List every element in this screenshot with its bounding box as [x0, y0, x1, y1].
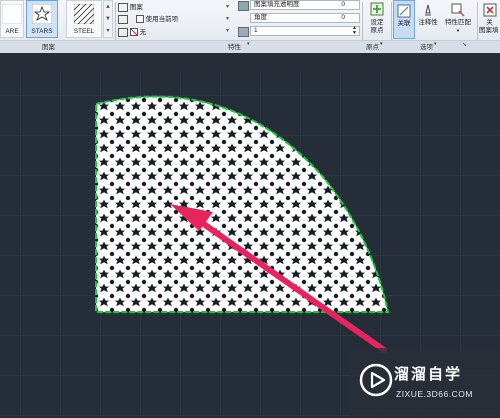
color-swatch-icon [135, 15, 144, 24]
annotative-button[interactable]: 注释性 [416, 0, 440, 39]
hatch-type-value: 图案 [129, 4, 143, 11]
hatch-type-icon [118, 2, 128, 12]
annotative-label: 注释性 [418, 19, 438, 26]
transparency-field[interactable]: 图案填充透明度 0 [250, 0, 360, 10]
spinner-icon: ▲ ▼ [352, 25, 357, 36]
scale-field[interactable]: 1 ▲ ▼ [250, 26, 360, 36]
associative-icon [397, 4, 411, 18]
pattern-scroll-arrows[interactable]: ▲ ▼ ▾ [103, 0, 113, 38]
transparency-value: 0 [341, 1, 345, 8]
no-color-icon [129, 28, 138, 37]
watermark-url: ZIXUE.3D66.COM [396, 389, 473, 399]
drawing-tab-strip [0, 53, 500, 71]
transparency-icon [238, 1, 249, 11]
background-color-icon [118, 27, 128, 37]
transparency-label: 图案填充透明度 [254, 1, 300, 8]
angle-value: 0 [341, 14, 345, 21]
chevron-down-icon: ▾ [456, 28, 460, 34]
angle-label: 角度 [254, 14, 267, 21]
origin-group-label: 原点 [366, 44, 379, 51]
pattern-preview-icon [2, 4, 22, 24]
chevron-down-icon[interactable]: ▾ [380, 41, 383, 47]
close-label-2: 图案填 [479, 27, 499, 34]
hatch-type-dropdown[interactable]: 图案 [118, 1, 143, 12]
scale-value: 1 [254, 27, 258, 34]
close-hatch-editor-button[interactable]: 关 图案填 [479, 0, 500, 39]
options-group-label: 选项 [420, 44, 433, 51]
chevron-down-icon[interactable]: ▾ [247, 41, 250, 47]
close-label-1: 关 [486, 19, 493, 26]
pattern-label: STARS [31, 28, 53, 35]
pattern-label: ARE [5, 28, 19, 35]
background-color-value: 无 [139, 29, 147, 36]
match-properties-button[interactable]: 特性匹配 ▾ [441, 0, 475, 39]
set-origin-button[interactable]: 设定 原点 [364, 0, 390, 39]
pattern-group-label: 图案 [42, 44, 55, 51]
associative-label: 关联 [397, 20, 411, 27]
hatch-color-icon [118, 14, 128, 24]
steel-pattern-icon [74, 4, 94, 24]
dropdown-arrows: ▾ ▾ ▾ [226, 4, 230, 34]
annotative-icon [425, 4, 431, 16]
hatch-color-value: 使用当前项 [145, 16, 179, 23]
match-properties-icon [451, 3, 465, 17]
background-color-dropdown[interactable]: 无 [118, 26, 146, 37]
watermark: 溜溜自学 ZIXUE.3D66.COM [350, 348, 500, 418]
associative-button[interactable]: 关联 [393, 0, 415, 39]
stars-pattern-icon [32, 4, 52, 24]
hatch-editor-ribbon: ARE STARS STEEL ▲ ▼ ▾ 图案 使用当前项 无 ▾ ▾ ▾ 图案填充透… [0, 0, 500, 53]
hatch-color-dropdown[interactable]: 使用当前项 [118, 13, 178, 24]
pattern-label: STEEL [73, 28, 95, 35]
pattern-swatch-steel[interactable]: STEEL [66, 0, 102, 38]
angle-field[interactable]: 角度 0 [250, 13, 360, 23]
properties-group-label: 特性 [228, 44, 241, 51]
watermark-title: 溜溜自学 [394, 366, 463, 383]
close-icon [483, 3, 497, 17]
pattern-swatch-stars[interactable]: STARS [26, 0, 58, 38]
set-origin-icon [370, 2, 384, 16]
set-origin-label-2: 原点 [370, 27, 384, 34]
dialog-launcher-icon[interactable]: ↘ [462, 41, 467, 48]
match-properties-label: 特性匹配 [445, 19, 471, 26]
scale-icon [238, 27, 249, 37]
set-origin-label-1: 设定 [370, 19, 384, 26]
chevron-down-icon[interactable]: ▾ [434, 41, 437, 47]
watermark-play-logo-icon [359, 363, 393, 397]
pattern-swatch-are[interactable]: ARE [0, 0, 24, 38]
